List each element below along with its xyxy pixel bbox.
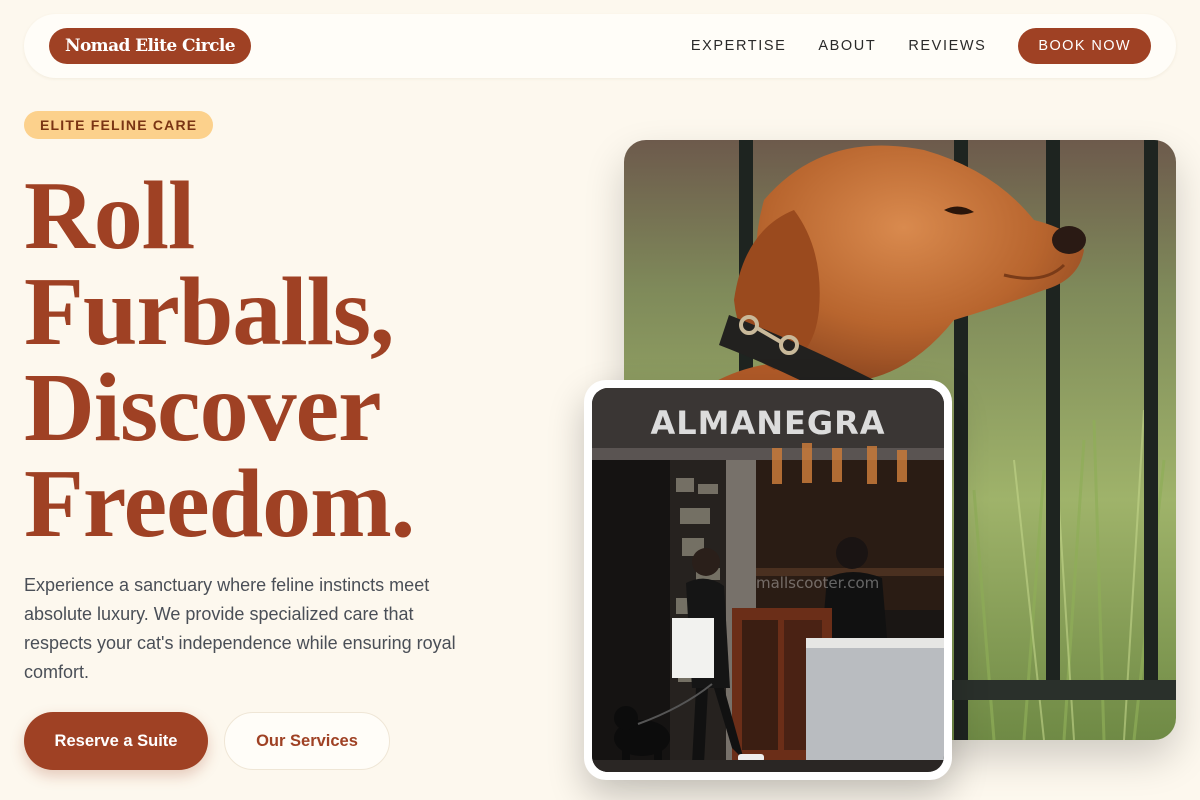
headline-line: Furballs,	[24, 258, 394, 366]
book-now-button[interactable]: BOOK NOW	[1018, 28, 1151, 64]
top-navigation: Nomad Elite Circle EXPERTISE ABOUT REVIE…	[24, 14, 1176, 78]
cafe-photo: ALMANEGRA mallscooter.com	[592, 388, 944, 772]
cafe-sign-text: ALMANEGRA	[650, 404, 885, 442]
headline-line: Discover	[24, 354, 382, 462]
hero-description: Experience a sanctuary where feline inst…	[24, 575, 456, 682]
nav-link-about[interactable]: ABOUT	[818, 38, 876, 54]
category-badge: ELITE FELINE CARE	[24, 111, 214, 139]
cafe-storefront-illustration: ALMANEGRA mallscooter.com	[592, 388, 944, 772]
our-services-button[interactable]: Our Services	[224, 712, 390, 770]
headline-line: Roll	[24, 162, 195, 270]
nav-link-reviews[interactable]: REVIEWS	[908, 38, 986, 54]
hero-headline: Roll Furballs, Discover Freedom.	[24, 162, 584, 558]
cafe-photo-frame: ALMANEGRA mallscooter.com	[584, 380, 952, 780]
brand-logo[interactable]: Nomad Elite Circle	[49, 28, 251, 64]
nav-links: EXPERTISE ABOUT REVIEWS BOOK NOW	[659, 28, 1151, 64]
reserve-suite-button[interactable]: Reserve a Suite	[24, 712, 208, 770]
watermark-text: mallscooter.com	[756, 574, 879, 592]
headline-line: Freedom.	[24, 450, 415, 558]
nav-link-expertise[interactable]: EXPERTISE	[691, 38, 787, 54]
